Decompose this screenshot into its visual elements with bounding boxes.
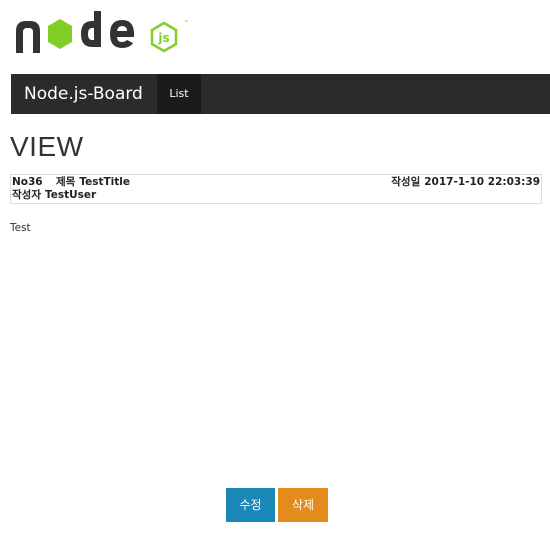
- post-meta-row-1: No36 제목 TestTitle 작성일 2017-1-10 22:03:39: [12, 176, 540, 189]
- edit-button[interactable]: 수정: [226, 488, 275, 522]
- post-title-label: 제목: [56, 176, 76, 188]
- post-author: TestUser: [44, 189, 97, 201]
- post-meta-row-2: 작성자 TestUser: [12, 189, 96, 202]
- page: js ™ Node.js-Board List VIEW No36 제목 Test…: [0, 0, 550, 534]
- nodejs-logo: js ™: [16, 11, 189, 53]
- delete-button[interactable]: 삭제: [278, 488, 328, 522]
- post-title: TestTitle: [79, 176, 130, 188]
- post-number: No36: [12, 176, 43, 188]
- post-content: Test: [10, 222, 31, 234]
- nav-item-list[interactable]: List: [157, 74, 201, 114]
- page-title: VIEW: [10, 131, 84, 162]
- svg-text:™: ™: [184, 20, 189, 26]
- post-date-label: 작성일: [391, 176, 421, 188]
- post-title-group: 제목 TestTitle: [56, 176, 130, 189]
- js-badge-text: js: [157, 31, 169, 45]
- post-date-group: 작성일 2017-1-10 22:03:39: [391, 176, 540, 189]
- post-author-label: 작성자: [12, 189, 41, 201]
- navbar-brand[interactable]: Node.js-Board: [24, 74, 143, 114]
- post-meta: No36 제목 TestTitle 작성일 2017-1-10 22:03:39 작…: [10, 174, 542, 204]
- post-date: 2017-1-10 22:03:39: [424, 176, 540, 188]
- navbar: Node.js-Board List: [11, 74, 550, 114]
